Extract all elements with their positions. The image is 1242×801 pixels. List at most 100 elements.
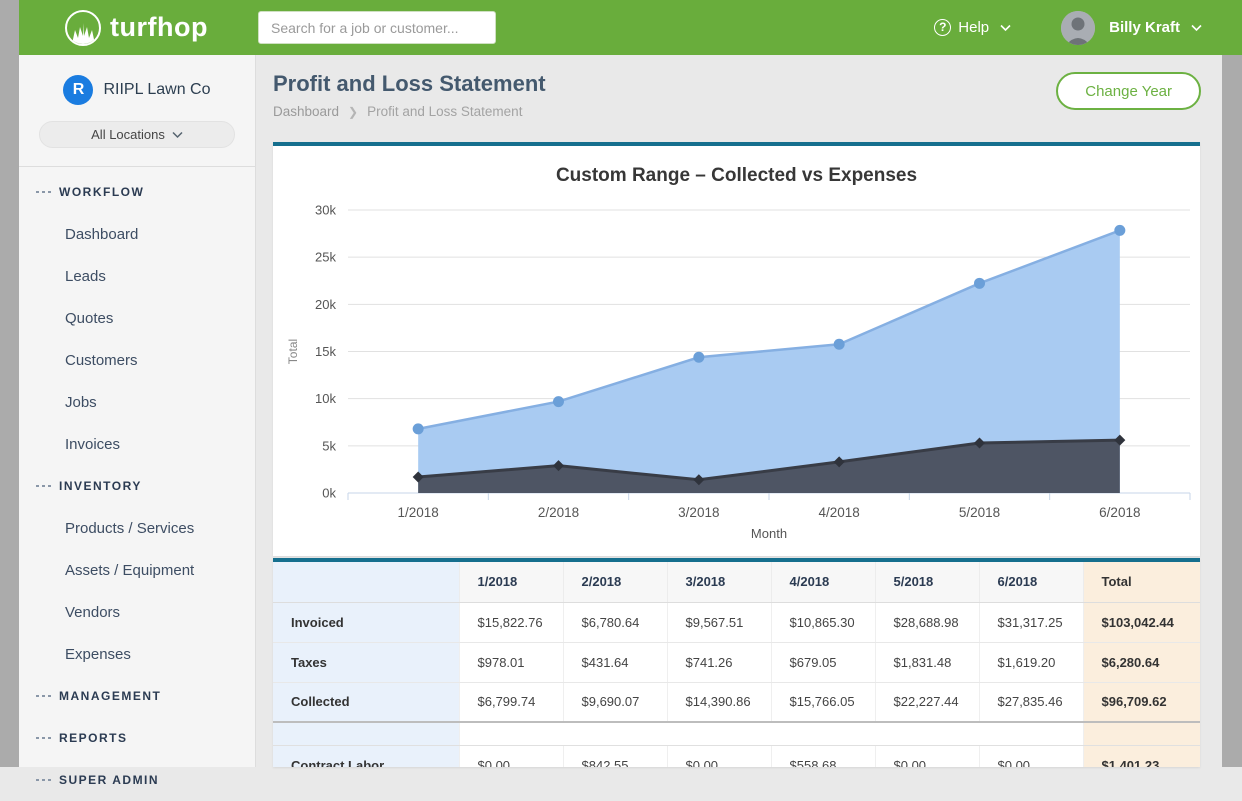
right-scrollbar[interactable]: [1222, 55, 1242, 767]
user-avatar[interactable]: [1061, 11, 1095, 45]
sidebar-item-products-services[interactable]: Products / Services: [19, 507, 255, 549]
company-name: RIIPL Lawn Co: [103, 81, 210, 99]
sidebar-item-invoices[interactable]: Invoices: [19, 423, 255, 465]
x-tick-label: 6/2018: [1099, 505, 1140, 520]
sidebar-section-workflow[interactable]: WORKFLOW: [19, 171, 255, 213]
y-axis-title: Total: [286, 339, 300, 364]
dashes-icon: [36, 191, 51, 193]
help-icon: ?: [934, 19, 951, 36]
y-tick-label: 15k: [315, 344, 336, 359]
table-cell: $679.05: [771, 642, 875, 682]
sidebar-item-vendors[interactable]: Vendors: [19, 591, 255, 633]
breadcrumb-current: Profit and Loss Statement: [367, 104, 522, 119]
sidebar-section-management[interactable]: MANAGEMENT: [19, 675, 255, 717]
dashes-icon: [36, 695, 51, 697]
chevron-down-icon: [1191, 19, 1202, 37]
sidebar-item-assets-equipment[interactable]: Assets / Equipment: [19, 549, 255, 591]
table-cell: $14,390.86: [667, 682, 771, 722]
pl-table: 1/20182/20183/20184/20185/20186/2018Tota…: [273, 562, 1200, 767]
table-cell: $0.00: [667, 745, 771, 767]
sidebar-item-leads[interactable]: Leads: [19, 255, 255, 297]
table-cell: $0.00: [459, 745, 563, 767]
data-point-collected[interactable]: [1114, 225, 1125, 236]
company-logo: R: [63, 75, 93, 105]
main-content: Profit and Loss Statement Dashboard ❯ Pr…: [256, 55, 1222, 767]
table-row: Taxes$978.01$431.64$741.26$679.05$1,831.…: [273, 642, 1200, 682]
row-label: Invoiced: [273, 602, 459, 642]
row-total: $103,042.44: [1083, 602, 1200, 642]
table-cell: $15,766.05: [771, 682, 875, 722]
table-cell: $6,799.74: [459, 682, 563, 722]
column-header: 1/2018: [459, 562, 563, 602]
sidebar-section-reports[interactable]: REPORTS: [19, 717, 255, 759]
table-cell: $28,688.98: [875, 602, 979, 642]
chevron-down-icon: [1000, 19, 1011, 37]
location-selector[interactable]: All Locations: [39, 121, 235, 148]
dashes-icon: [36, 485, 51, 487]
company-row: R RIIPL Lawn Co: [19, 55, 255, 105]
help-menu[interactable]: ? Help: [934, 19, 1011, 37]
table-cell: $0.00: [875, 745, 979, 767]
x-axis-title: Month: [751, 526, 787, 541]
breadcrumb: Dashboard ❯ Profit and Loss Statement: [273, 104, 522, 119]
table-cell: $1,619.20: [979, 642, 1083, 682]
table-cell: $978.01: [459, 642, 563, 682]
user-menu[interactable]: Billy Kraft: [1109, 19, 1202, 37]
chevron-down-icon: [172, 131, 183, 139]
location-label: All Locations: [91, 127, 165, 142]
table-cell: $27,835.46: [979, 682, 1083, 722]
column-header: Total: [1083, 562, 1200, 602]
sidebar-section-super-admin[interactable]: SUPER ADMIN: [19, 759, 255, 801]
row-label: Collected: [273, 682, 459, 722]
data-point-collected[interactable]: [413, 423, 424, 434]
sidebar-item-customers[interactable]: Customers: [19, 339, 255, 381]
sidebar-section-inventory[interactable]: INVENTORY: [19, 465, 255, 507]
dashes-icon: [36, 779, 51, 781]
x-tick-label: 1/2018: [398, 505, 439, 520]
table-cell: $9,690.07: [563, 682, 667, 722]
data-point-collected[interactable]: [834, 339, 845, 350]
y-tick-label: 10k: [315, 391, 336, 406]
sidebar-item-jobs[interactable]: Jobs: [19, 381, 255, 423]
table-cell: $22,227.44: [875, 682, 979, 722]
table-cell: $6,780.64: [563, 602, 667, 642]
table-cell: $558.68: [771, 745, 875, 767]
search-input[interactable]: [258, 11, 496, 44]
row-label: Contract Labor: [273, 745, 459, 767]
left-scrollbar[interactable]: [0, 0, 19, 767]
table-cell: $741.26: [667, 642, 771, 682]
table-row: [273, 722, 1200, 745]
column-header: [273, 562, 459, 602]
sidebar-item-dashboard[interactable]: Dashboard: [19, 213, 255, 255]
x-tick-label: 5/2018: [959, 505, 1000, 520]
table-header-row: 1/20182/20183/20184/20185/20186/2018Tota…: [273, 562, 1200, 602]
pl-chart-card: Custom Range – Collected vs Expenses 0k5…: [273, 142, 1200, 556]
sidebar: R RIIPL Lawn Co All Locations WORKFLOWDa…: [19, 55, 256, 767]
table-cell: $0.00: [979, 745, 1083, 767]
y-tick-label: 25k: [315, 250, 336, 265]
chart-title: Custom Range – Collected vs Expenses: [273, 146, 1200, 188]
sidebar-item-expenses[interactable]: Expenses: [19, 633, 255, 675]
pl-table-card: 1/20182/20183/20184/20185/20186/2018Tota…: [273, 558, 1200, 767]
y-tick-label: 5k: [322, 438, 336, 453]
x-tick-label: 3/2018: [678, 505, 719, 520]
sidebar-item-quotes[interactable]: Quotes: [19, 297, 255, 339]
column-header: 3/2018: [667, 562, 771, 602]
table-cell: $842.55: [563, 745, 667, 767]
user-name: Billy Kraft: [1109, 19, 1180, 36]
sidebar-nav: WORKFLOWDashboardLeadsQuotesCustomersJob…: [19, 167, 255, 801]
brand-name: turfhop: [110, 12, 208, 43]
table-row: Collected$6,799.74$9,690.07$14,390.86$15…: [273, 682, 1200, 722]
table-row: Contract Labor$0.00$842.55$0.00$558.68$0…: [273, 745, 1200, 767]
data-point-collected[interactable]: [693, 352, 704, 363]
breadcrumb-dashboard[interactable]: Dashboard: [273, 104, 339, 119]
page-title: Profit and Loss Statement: [273, 71, 546, 97]
data-point-collected[interactable]: [974, 278, 985, 289]
column-header: 4/2018: [771, 562, 875, 602]
help-label: Help: [958, 19, 989, 36]
table-row: Invoiced$15,822.76$6,780.64$9,567.51$10,…: [273, 602, 1200, 642]
change-year-button[interactable]: Change Year: [1056, 72, 1201, 110]
row-total: $96,709.62: [1083, 682, 1200, 722]
brand[interactable]: turfhop: [65, 10, 208, 46]
data-point-collected[interactable]: [553, 396, 564, 407]
